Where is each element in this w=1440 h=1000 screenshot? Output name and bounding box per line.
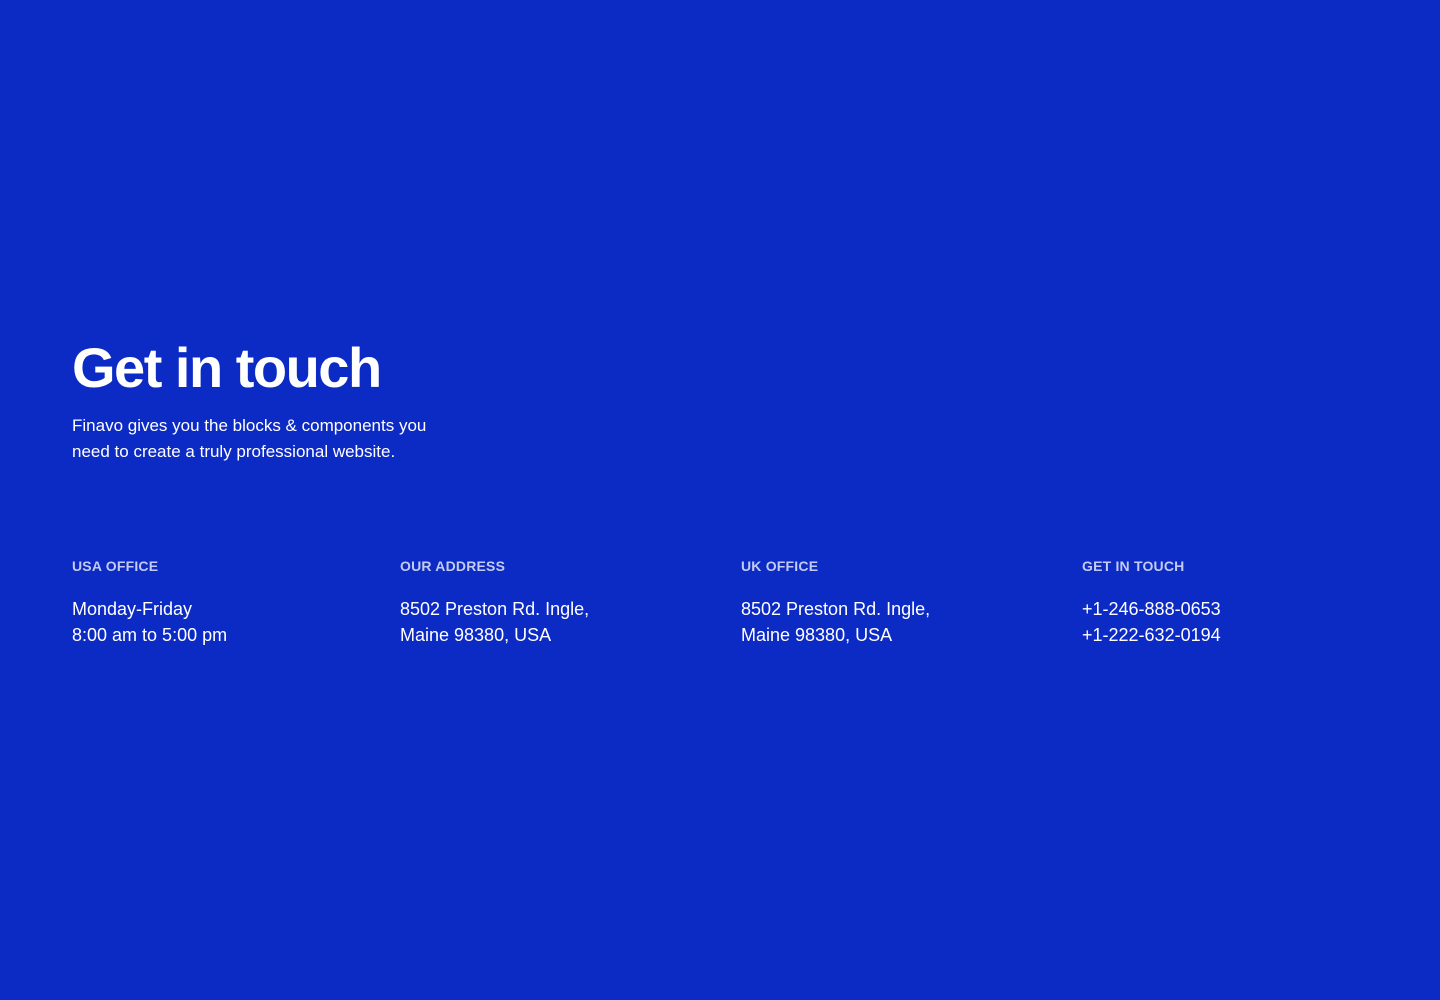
uk-office-label: UK OFFICE bbox=[741, 558, 819, 574]
phone-numbers: +1-246-888-0653 +1-222-632-0194 bbox=[1082, 596, 1221, 648]
our-address-label: OUR ADDRESS bbox=[400, 558, 506, 574]
usa-office-label: USA OFFICE bbox=[72, 558, 159, 574]
contact-section: Get in touch Finavo gives you the blocks… bbox=[72, 336, 1368, 657]
our-address-column: OUR ADDRESS 8502 Preston Rd. Ingle, Main… bbox=[400, 557, 589, 648]
uk-office-address: 8502 Preston Rd. Ingle, Maine 98380, USA bbox=[741, 596, 930, 648]
our-address-line-1: 8502 Preston Rd. Ingle, bbox=[400, 599, 590, 619]
usa-office-time: 8:00 am to 5:00 pm bbox=[72, 625, 228, 645]
usa-office-hours: Monday-Friday 8:00 am to 5:00 pm bbox=[72, 596, 227, 648]
usa-office-column: USA OFFICE Monday-Friday 8:00 am to 5:00… bbox=[72, 557, 227, 648]
intro-line-1: Finavo gives you the blocks & components… bbox=[72, 416, 427, 435]
uk-office-line-1: 8502 Preston Rd. Ingle, bbox=[741, 599, 931, 619]
usa-office-days: Monday-Friday bbox=[72, 599, 193, 619]
intro-line-2: need to create a truly professional webs… bbox=[72, 442, 396, 461]
page-title: Get in touch bbox=[72, 336, 382, 399]
intro-text: Finavo gives you the blocks & components… bbox=[72, 413, 472, 465]
contact-columns: USA OFFICE Monday-Friday 8:00 am to 5:00… bbox=[72, 557, 1368, 657]
get-in-touch-column: GET IN TOUCH +1-246-888-0653 +1-222-632-… bbox=[1082, 557, 1221, 648]
our-address-line-2: Maine 98380, USA bbox=[400, 625, 552, 645]
get-in-touch-label: GET IN TOUCH bbox=[1082, 558, 1185, 574]
phone-link-1[interactable]: +1-246-888-0653 bbox=[1082, 596, 1221, 622]
uk-office-line-2: Maine 98380, USA bbox=[741, 625, 893, 645]
uk-office-column: UK OFFICE 8502 Preston Rd. Ingle, Maine … bbox=[741, 557, 930, 648]
phone-link-2[interactable]: +1-222-632-0194 bbox=[1082, 622, 1221, 648]
our-address-text: 8502 Preston Rd. Ingle, Maine 98380, USA bbox=[400, 596, 589, 648]
